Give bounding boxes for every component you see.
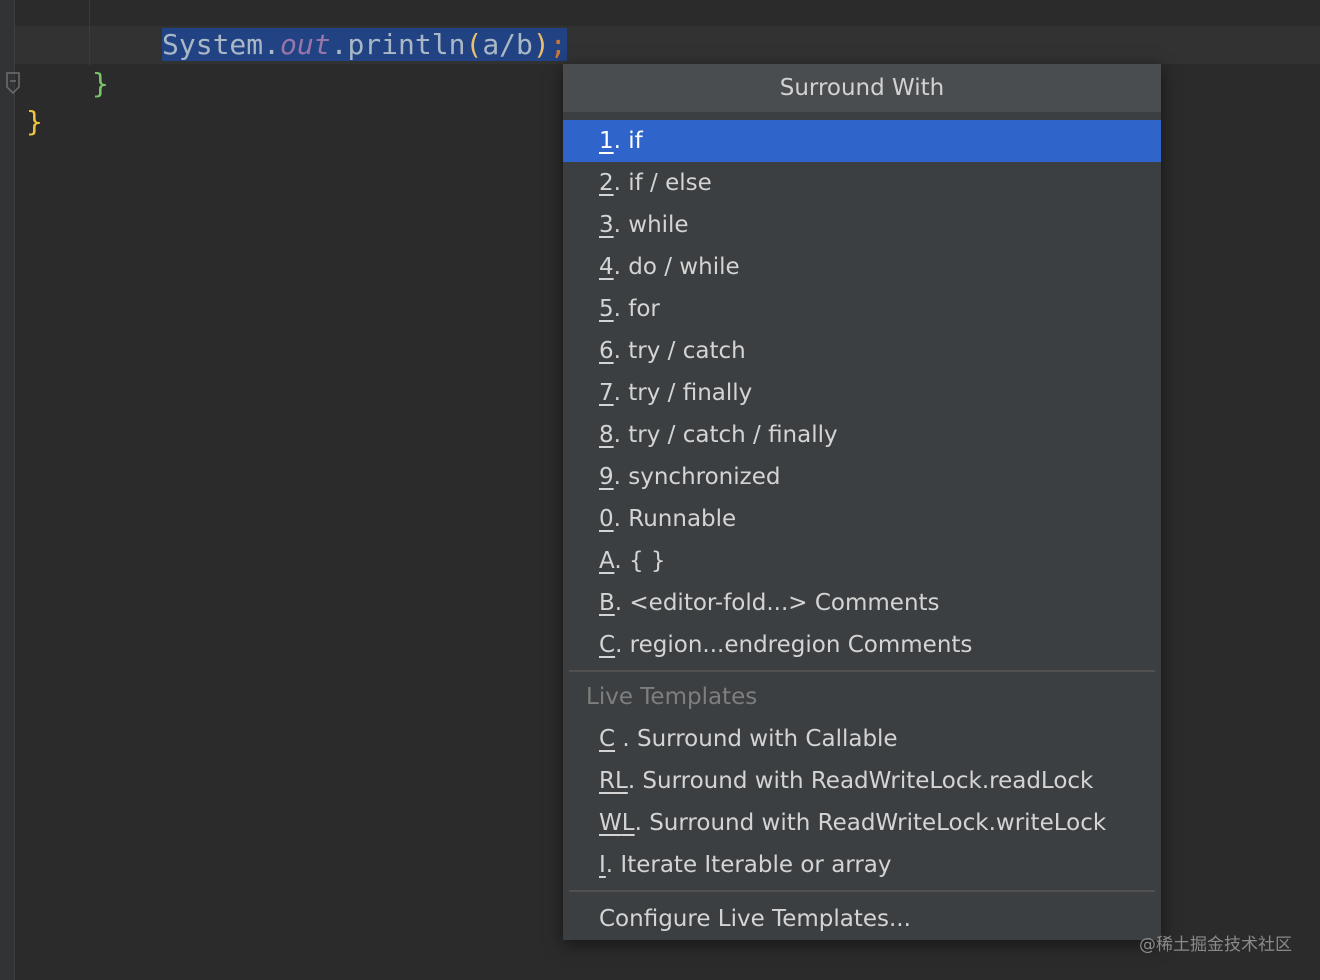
token-semicolon: ; <box>549 28 567 61</box>
menu-item-label: . Surround with ReadWriteLock.writeLock <box>634 810 1107 836</box>
watermark-text: @稀土掘金技术社区 <box>1139 935 1292 955</box>
mnemonic-key: C <box>599 632 616 658</box>
menu-item-iterate-iterable[interactable]: I. Iterate Iterable or array <box>563 844 1161 886</box>
surround-with-popup: Surround With 1. if 2. if / else 3. whil… <box>563 64 1161 940</box>
menu-item-if[interactable]: 1. if <box>563 120 1161 162</box>
menu-item-braces[interactable]: A. { } <box>563 540 1161 582</box>
token-class: System <box>162 28 264 61</box>
menu-item-do-while[interactable]: 4. do / while <box>563 246 1161 288</box>
mnemonic-key: A <box>599 548 615 574</box>
menu-item-label: . while <box>613 212 689 238</box>
popup-title: Surround With <box>563 64 1161 112</box>
menu-item-label: . Surround with Callable <box>615 726 898 752</box>
code-line-println[interactable]: System.out.println(a/b); <box>162 26 567 64</box>
mnemonic-key: 5 <box>599 296 614 322</box>
menu-separator <box>569 890 1155 892</box>
menu-item-label: . { } <box>614 548 666 574</box>
mnemonic-key: R <box>599 768 615 794</box>
menu-item-surround-writelock[interactable]: WL. Surround with ReadWriteLock.writeLoc… <box>563 802 1161 844</box>
mnemonic-key-rest: L <box>614 768 628 794</box>
editor-gutter <box>0 0 15 980</box>
mnemonic-key: W <box>599 810 622 836</box>
menu-item-try-catch-finally[interactable]: 8. try / catch / finally <box>563 414 1161 456</box>
token-dot: . <box>330 28 348 61</box>
live-templates-heading: Live Templates <box>586 684 758 710</box>
menu-item-label: . if / else <box>613 170 712 196</box>
menu-separator <box>569 670 1155 672</box>
menu-item-surround-readlock[interactable]: RL. Surround with ReadWriteLock.readLock <box>563 760 1161 802</box>
menu-item-label: . Iterate Iterable or array <box>605 852 892 878</box>
code-line-inner-brace[interactable]: } <box>92 65 109 103</box>
menu-item-try-catch[interactable]: 6. try / catch <box>563 330 1161 372</box>
menu-item-label: . try / catch <box>613 338 746 364</box>
menu-item-label: . do / while <box>613 254 740 280</box>
menu-item-runnable[interactable]: 0. Runnable <box>563 498 1161 540</box>
mnemonic-key: 2 <box>599 170 614 196</box>
menu-item-label: . try / catch / finally <box>613 422 838 448</box>
token-open-paren: ( <box>465 28 483 61</box>
mnemonic-key: 4 <box>599 254 614 280</box>
mnemonic-key-rest: L <box>621 810 635 836</box>
mnemonic-key: 0 <box>599 506 614 532</box>
mnemonic-key: C <box>599 726 616 752</box>
menu-item-editor-fold-comments[interactable]: B. <editor-fold...> Comments <box>563 582 1161 624</box>
menu-item-label: . Surround with ReadWriteLock.readLock <box>627 768 1094 794</box>
menu-item-label: . <editor-fold...> Comments <box>614 590 940 616</box>
menu-item-label: . region...endregion Comments <box>615 632 973 658</box>
menu-item-while[interactable]: 3. while <box>563 204 1161 246</box>
mnemonic-key: 3 <box>599 212 614 238</box>
fold-marker-icon[interactable] <box>5 71 21 95</box>
menu-item-label: . try / finally <box>613 380 753 406</box>
mnemonic-key: 6 <box>599 338 614 364</box>
token-close-paren: ) <box>532 28 550 61</box>
menu-item-for[interactable]: 5. for <box>563 288 1161 330</box>
menu-item-if-else[interactable]: 2. if / else <box>563 162 1161 204</box>
token-dot: . <box>263 28 281 61</box>
menu-item-label: . Runnable <box>613 506 737 532</box>
menu-item-try-finally[interactable]: 7. try / finally <box>563 372 1161 414</box>
token-field: out <box>280 28 331 61</box>
surround-menu-list: 1. if 2. if / else 3. while 4. do / whil… <box>563 120 1161 942</box>
mnemonic-key: 9 <box>599 464 614 490</box>
indent-guide <box>89 0 90 66</box>
menu-item-region-comments[interactable]: C. region...endregion Comments <box>563 624 1161 666</box>
mnemonic-key: I <box>599 852 606 878</box>
mnemonic-key: B <box>599 590 615 616</box>
menu-item-label: . synchronized <box>613 464 781 490</box>
token-method: println <box>347 28 466 61</box>
menu-item-label: . if <box>613 128 643 154</box>
menu-item-synchronized[interactable]: 9. synchronized <box>563 456 1161 498</box>
configure-live-templates-link[interactable]: Configure Live Templates... <box>563 896 1161 942</box>
menu-item-label: . for <box>613 296 660 322</box>
mnemonic-key: 7 <box>599 380 614 406</box>
token-args: a/b <box>482 28 533 61</box>
menu-item-surround-callable[interactable]: C . Surround with Callable <box>563 718 1161 760</box>
mnemonic-key: 1 <box>599 128 614 154</box>
code-selection: System.out.println(a/b); <box>162 28 567 61</box>
code-line-outer-brace[interactable]: } <box>26 103 43 141</box>
mnemonic-key: 8 <box>599 422 614 448</box>
